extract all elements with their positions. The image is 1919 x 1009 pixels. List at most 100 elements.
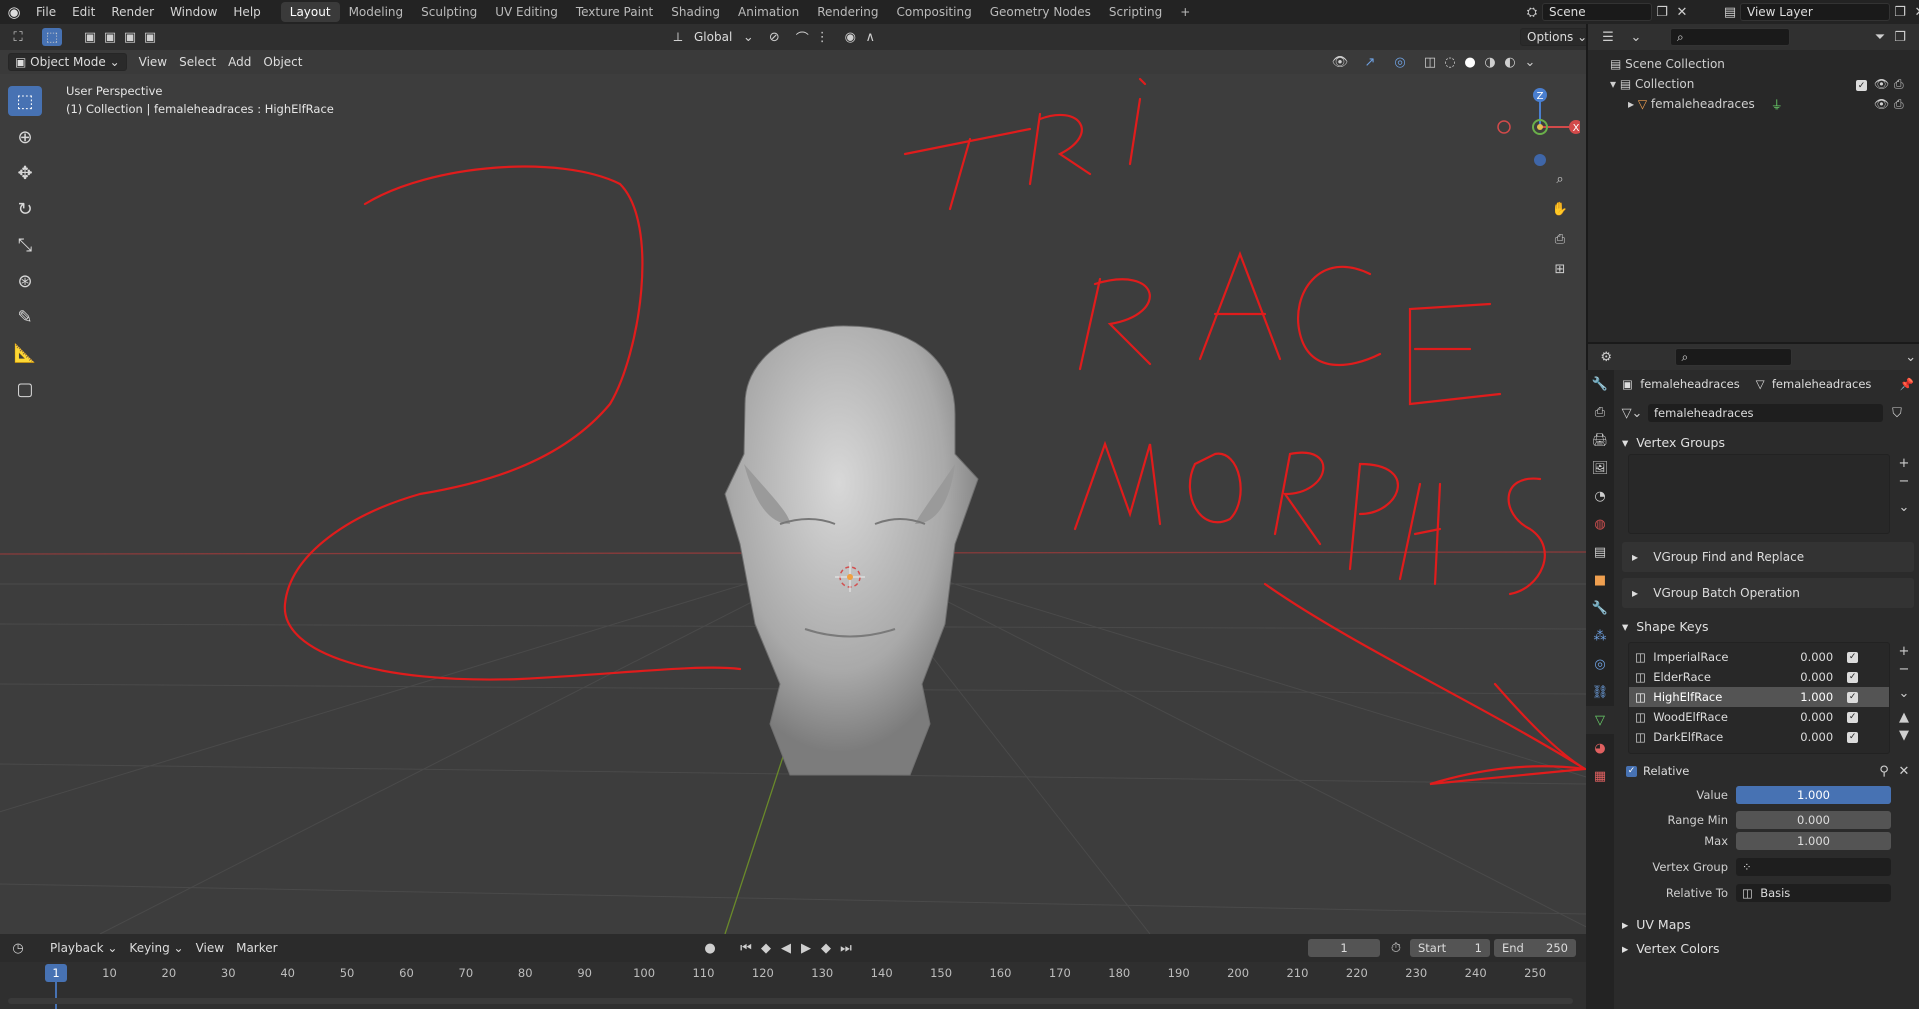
camera-render-icon[interactable]: ⎙ <box>1894 97 1904 112</box>
vertex-groups-panel-header[interactable]: ▾ Vertex Groups <box>1622 430 1914 454</box>
measure-tool-icon[interactable]: 📐 <box>8 338 42 368</box>
editor-type-icon[interactable]: ⛶ <box>8 28 28 46</box>
gizmo-icon[interactable]: ↗ <box>1360 53 1380 71</box>
add-cube-tool-icon[interactable]: ▢ <box>8 374 42 404</box>
render-tab-icon[interactable]: ⎙ <box>1586 398 1614 426</box>
outliner-item-femaleheadraces[interactable]: ▸ ▽ femaleheadraces ⏚ 👁 ⎙ <box>1610 94 1919 114</box>
pin-icon[interactable]: 📌 <box>1900 377 1914 391</box>
shape-key-row[interactable]: ◫ ElderRace 0.000 ✓ <box>1629 667 1889 687</box>
collapse-arrow-icon[interactable]: ▾ <box>1610 77 1620 91</box>
vertex-group-specials-icon[interactable]: ⌄ <box>1894 498 1914 516</box>
value-slider[interactable]: 1.000 <box>1736 786 1891 804</box>
tab-compositing[interactable]: Compositing <box>887 2 980 22</box>
shape-key-clear-icon[interactable]: ✕ <box>1894 762 1914 780</box>
mode-dropdown[interactable]: ▣ Object Mode ⌄ <box>8 53 127 71</box>
shape-key-mute-checkbox[interactable]: ✓ <box>1847 671 1859 683</box>
particles-tab-icon[interactable]: ⁂ <box>1586 622 1614 650</box>
shape-keys-panel-header[interactable]: ▾ Shape Keys <box>1622 614 1914 638</box>
remove-shape-key-icon[interactable]: − <box>1894 660 1914 678</box>
shape-key-edit-mode-icon[interactable]: ⚲ <box>1874 762 1894 780</box>
menu-help[interactable]: Help <box>225 5 268 19</box>
timeline-view-menu[interactable]: View <box>190 939 230 957</box>
tab-layout[interactable]: Layout <box>280 2 340 22</box>
view-layer-selector[interactable]: View Layer <box>1740 3 1890 21</box>
prev-keyframe-icon[interactable]: ◆ <box>756 939 776 957</box>
vertex-colors-panel-header[interactable]: ▸ Vertex Colors <box>1622 936 1914 960</box>
tab-shading[interactable]: Shading <box>662 2 729 22</box>
scene-selector[interactable]: Scene <box>1542 3 1652 21</box>
view-layer-icon[interactable]: ▤ <box>1720 3 1740 21</box>
rendered-shading-icon[interactable]: ◐ <box>1500 53 1520 71</box>
properties-options-icon[interactable]: ⌄ <box>1902 348 1919 366</box>
vertex-groups-list[interactable] <box>1628 454 1890 534</box>
relative-checkbox[interactable]: ✓ <box>1626 765 1637 777</box>
vertex-group-field[interactable]: ⁘ <box>1736 858 1891 876</box>
menu-select[interactable]: Select <box>173 53 222 71</box>
object-tab-icon[interactable]: ■ <box>1586 566 1614 594</box>
properties-editor-type-icon[interactable]: ⚙ <box>1598 348 1615 366</box>
scene-tab-icon[interactable]: ◔ <box>1586 482 1614 510</box>
zoom-icon[interactable]: ⌕ <box>1550 170 1570 188</box>
menu-view[interactable]: View <box>133 53 173 71</box>
fake-user-icon[interactable]: ⛉ <box>1887 404 1907 422</box>
mesh-name-field[interactable]: femaleheadraces <box>1648 404 1883 422</box>
mesh-data-tab-icon[interactable]: ▽ <box>1586 706 1614 734</box>
relative-to-field[interactable]: ◫ Basis <box>1736 884 1891 902</box>
world-tab-icon[interactable]: ◍ <box>1586 510 1614 538</box>
physics-tab-icon[interactable]: ◎ <box>1586 650 1614 678</box>
mesh-browse-icon[interactable]: ▽⌄ <box>1622 404 1643 422</box>
stopwatch-icon[interactable]: ⏱ <box>1386 939 1406 957</box>
shape-key-mute-checkbox[interactable]: ✓ <box>1847 731 1859 743</box>
end-frame-field[interactable]: End 250 <box>1494 939 1576 957</box>
timeline-editor-type-icon[interactable]: ◷ <box>8 939 28 957</box>
blender-logo-icon[interactable]: ◉ <box>0 0 28 24</box>
select-mode-new-icon[interactable]: ▣ <box>80 28 100 46</box>
filter-icon[interactable]: ⏷ <box>1870 28 1890 46</box>
vgroup-find-replace-subpanel[interactable]: ▸ VGroup Find and Replace <box>1622 542 1914 572</box>
output-tab-icon[interactable]: 🖨 <box>1586 426 1614 454</box>
timeline[interactable]: 10 20 30 40 50 60 70 80 90 100 110 120 130 140 150 160 1… <box>0 962 1586 1009</box>
shading-options-icon[interactable]: ⌄ <box>1520 53 1540 71</box>
menu-add[interactable]: Add <box>222 53 257 71</box>
visibility-icon[interactable]: 👁 <box>1330 53 1350 71</box>
shape-key-row-selected[interactable]: ◫ HighElfRace 1.000 ✓ <box>1629 687 1889 707</box>
wireframe-shading-icon[interactable]: ◌ <box>1440 53 1460 71</box>
shape-key-specials-icon[interactable]: ⌄ <box>1894 684 1914 702</box>
pivot-point-icon[interactable]: ⊘ <box>764 28 784 46</box>
select-box-icon[interactable]: ⬚ <box>42 28 62 46</box>
camera-render-icon[interactable]: ⎙ <box>1894 77 1904 92</box>
expand-arrow-icon[interactable]: ▸ <box>1628 97 1638 111</box>
tab-texture-paint[interactable]: Texture Paint <box>567 2 662 22</box>
transform-orientation-dropdown[interactable]: Global <box>688 28 738 46</box>
perspective-toggle-icon[interactable]: ⊞ <box>1550 260 1570 278</box>
transform-tool-icon[interactable]: ⊛ <box>8 266 42 296</box>
outliner-search-input[interactable]: ⌕ <box>1670 28 1790 46</box>
shape-key-row[interactable]: ◫ WoodElfRace 0.000 ✓ <box>1629 707 1889 727</box>
eye-icon[interactable]: 👁 <box>1874 77 1889 91</box>
display-mode-icon[interactable]: ⌄ <box>1626 28 1646 46</box>
menu-file[interactable]: File <box>28 5 64 19</box>
outliner-item-scene-collection[interactable]: ▤ Scene Collection <box>1610 54 1919 74</box>
tab-scripting[interactable]: Scripting <box>1100 2 1171 22</box>
snap-target-icon[interactable]: ⋮ <box>812 28 832 46</box>
tool-tab-icon[interactable]: 🔧 <box>1586 370 1614 398</box>
select-mode-subtract-icon[interactable]: ▣ <box>120 28 140 46</box>
shape-key-row[interactable]: ◫ DarkElfRace 0.000 ✓ <box>1629 727 1889 747</box>
menu-edit[interactable]: Edit <box>64 5 103 19</box>
chevron-down-icon[interactable]: ⌄ <box>738 28 758 46</box>
shape-key-row[interactable]: ◫ ImperialRace 0.000 ✓ <box>1629 647 1889 667</box>
move-tool-icon[interactable]: ✥ <box>8 158 42 188</box>
menu-window[interactable]: Window <box>162 5 225 19</box>
constraints-tab-icon[interactable]: ⛓ <box>1586 678 1614 706</box>
jump-end-icon[interactable]: ⏭ <box>836 939 856 957</box>
xray-icon[interactable]: ◫ <box>1420 53 1440 71</box>
shape-key-mute-checkbox[interactable]: ✓ <box>1847 651 1859 663</box>
max-field[interactable]: 1.000 <box>1736 832 1891 850</box>
tab-animation[interactable]: Animation <box>729 2 808 22</box>
select-mode-extend-icon[interactable]: ▣ <box>100 28 120 46</box>
uv-maps-panel-header[interactable]: ▸ UV Maps <box>1622 912 1914 936</box>
outliner-editor-type-icon[interactable]: ☰ <box>1598 28 1618 46</box>
menu-render[interactable]: Render <box>103 5 162 19</box>
add-vertex-group-icon[interactable]: + <box>1894 454 1914 472</box>
modifier-tab-icon[interactable]: 🔧 <box>1586 594 1614 622</box>
